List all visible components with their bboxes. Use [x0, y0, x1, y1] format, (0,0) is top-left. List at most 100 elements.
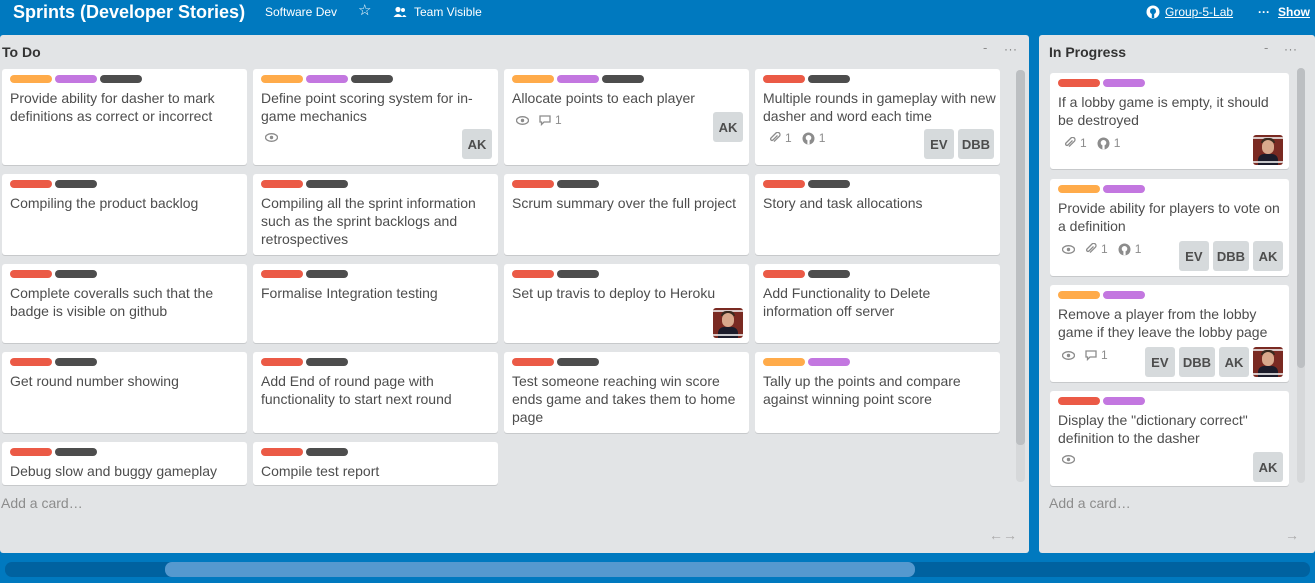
label-purple — [1103, 79, 1145, 87]
card[interactable]: Story and task allocations — [755, 174, 1000, 255]
label-purple — [306, 75, 348, 83]
card-title: Add End of round page with functionality… — [261, 373, 452, 407]
card-labels — [261, 180, 348, 188]
label-red — [261, 270, 303, 278]
label-purple — [1103, 397, 1145, 405]
list-scrollbar-thumb[interactable] — [1297, 68, 1305, 368]
card[interactable]: Add Functionality to Delete information … — [755, 264, 1000, 343]
comment-icon — [539, 114, 551, 126]
card-badges: 1 1 — [1062, 242, 1141, 256]
label-dark — [100, 75, 142, 83]
paperclip-icon — [769, 132, 781, 143]
add-card-link[interactable]: Add a card… — [1049, 495, 1131, 511]
card-title: Set up travis to deploy to Heroku — [512, 285, 716, 301]
card[interactable]: Add End of round page with functionality… — [253, 352, 498, 433]
star-icon[interactable]: ☆ — [358, 3, 371, 18]
card[interactable]: Remove a player from the lobby game if t… — [1050, 285, 1289, 382]
label-red — [512, 270, 554, 278]
scroll-arrows-icon[interactable]: ←→ — [989, 527, 1017, 543]
add-card-link[interactable]: Add a card… — [1, 495, 83, 511]
github-badge: 1 — [1118, 242, 1142, 256]
label-dark — [55, 180, 97, 188]
card[interactable]: Define point scoring system for in-game … — [253, 69, 498, 165]
card[interactable]: Provide ability for players to vote on a… — [1050, 179, 1289, 276]
card[interactable]: Tally up the points and compare against … — [755, 352, 1000, 433]
label-dark — [55, 358, 97, 366]
team-link[interactable]: Group-5-Lab — [1146, 5, 1233, 19]
card[interactable]: Provide ability for dasher to mark defin… — [2, 69, 247, 165]
card[interactable]: Display the "dictionary correct" definit… — [1050, 391, 1289, 486]
list-title[interactable]: To Do — [2, 44, 41, 60]
card[interactable]: Formalise Integration testing — [253, 264, 498, 343]
board-title[interactable]: Sprints (Developer Stories) — [13, 2, 245, 23]
comment-icon — [1085, 349, 1097, 361]
member-avatar[interactable]: EV — [1178, 241, 1209, 271]
minimize-icon[interactable]: - — [983, 40, 987, 55]
card[interactable]: Complete coveralls such that the badge i… — [2, 264, 247, 343]
member-avatar[interactable]: DBB — [1178, 347, 1215, 377]
card[interactable]: Compiling all the sprint information suc… — [253, 174, 498, 255]
comments-count: 1 — [1101, 348, 1108, 362]
member-avatar[interactable]: DBB — [1212, 241, 1249, 271]
member-avatar[interactable]: AK — [462, 129, 492, 159]
member-photo-avatar[interactable] — [713, 308, 743, 338]
attachments-count: 1 — [785, 131, 792, 145]
card[interactable]: Scrum summary over the full project — [504, 174, 749, 255]
show-menu-button[interactable]: ··· Show — [1258, 5, 1310, 19]
card[interactable]: Set up travis to deploy to Heroku — [504, 264, 749, 343]
board-scrollbar-thumb[interactable] — [165, 562, 915, 577]
card[interactable]: Get round number showing — [2, 352, 247, 433]
card-labels — [1058, 185, 1145, 193]
list-scrollbar[interactable] — [1016, 70, 1025, 482]
label-dark — [306, 270, 348, 278]
card[interactable]: Allocate points to each player 1 AK — [504, 69, 749, 165]
github-count: 1 — [1134, 242, 1142, 256]
member-avatar[interactable]: EV — [923, 129, 954, 159]
member-avatar[interactable]: AK — [713, 112, 743, 142]
card-title: Compiling the product backlog — [10, 195, 199, 211]
github-icon — [1146, 5, 1160, 19]
eye-icon — [516, 115, 529, 125]
org-link[interactable]: Software Dev — [265, 5, 337, 19]
label-dark — [808, 75, 850, 83]
minimize-icon[interactable]: - — [1264, 40, 1268, 55]
list-in-progress: In Progress - ··· If a lobby game is emp… — [1039, 35, 1315, 553]
eye-icon — [1062, 244, 1075, 254]
card-labels — [10, 448, 97, 456]
member-avatar[interactable]: AK — [1219, 347, 1249, 377]
comments-badge: 1 — [1085, 348, 1108, 362]
card-members: EV DBB — [923, 129, 994, 159]
member-avatar[interactable]: DBB — [957, 129, 994, 159]
list-title[interactable]: In Progress — [1049, 44, 1126, 60]
card-labels — [512, 180, 599, 188]
card[interactable]: Compiling the product backlog — [2, 174, 247, 255]
list-scrollbar-thumb[interactable] — [1016, 70, 1025, 445]
card-title: Allocate points to each player — [512, 90, 695, 106]
team-link-label: Group-5-Lab — [1165, 5, 1234, 19]
list-menu-button[interactable]: ··· — [1004, 42, 1018, 56]
label-red — [763, 180, 805, 188]
label-red — [763, 270, 805, 278]
list-scrollbar[interactable] — [1297, 68, 1305, 483]
card[interactable]: Test someone reaching win score ends gam… — [504, 352, 749, 433]
member-avatar[interactable]: AK — [1253, 241, 1283, 271]
card[interactable]: Multiple rounds in gameplay with new das… — [755, 69, 1000, 165]
card[interactable]: If a lobby game is empty, it should be d… — [1050, 73, 1289, 169]
card-title: Get round number showing — [10, 373, 179, 389]
member-photo-avatar[interactable] — [1253, 347, 1283, 377]
card-labels — [512, 358, 599, 366]
github-icon — [1118, 243, 1131, 255]
github-badge: 1 — [1097, 136, 1120, 150]
list-menu-button[interactable]: ··· — [1284, 42, 1298, 56]
card-labels — [763, 358, 850, 366]
card[interactable]: Compile test report — [253, 442, 498, 485]
member-photo-avatar[interactable] — [1253, 135, 1283, 165]
scroll-arrow-icon[interactable]: → — [1285, 527, 1299, 543]
card[interactable]: Debug slow and buggy gameplay — [2, 442, 247, 485]
github-icon — [1097, 137, 1110, 149]
member-avatar[interactable]: EV — [1144, 347, 1175, 377]
label-red — [1058, 397, 1100, 405]
member-avatar[interactable]: AK — [1253, 452, 1283, 482]
card-labels — [512, 75, 644, 83]
visibility-button[interactable]: Team Visible — [393, 5, 482, 19]
